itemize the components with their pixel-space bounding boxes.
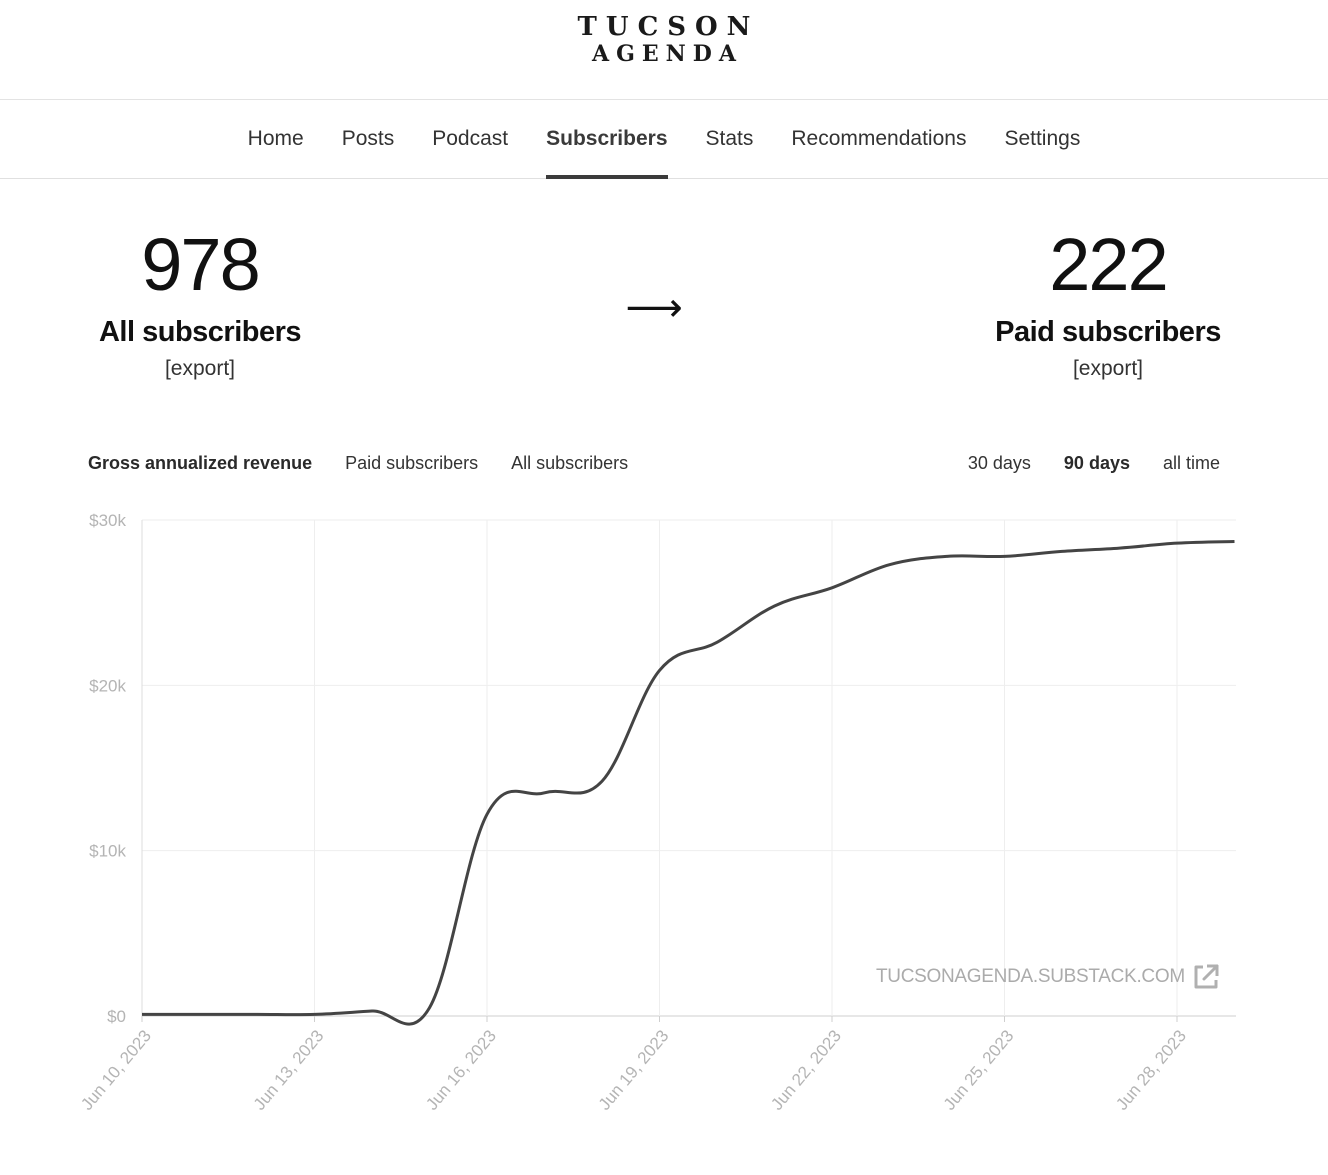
chart-metric-tabs: Gross annualized revenue Paid subscriber… bbox=[88, 453, 661, 474]
x-tick-label: Jun 25, 2023 bbox=[940, 1026, 1018, 1114]
x-tick-label: Jun 10, 2023 bbox=[77, 1026, 155, 1114]
x-tick-label: Jun 22, 2023 bbox=[767, 1026, 845, 1114]
main-nav: Home Posts Podcast Subscribers Stats Rec… bbox=[0, 100, 1328, 179]
y-tick-label: $10k bbox=[89, 842, 126, 861]
chart-range-tabs: 30 days 90 days all time bbox=[935, 453, 1220, 474]
substack-watermark[interactable]: TUCSONAGENDA.SUBSTACK.COM bbox=[876, 962, 1221, 992]
all-subscribers-label: All subscribers bbox=[98, 316, 302, 348]
nav-settings[interactable]: Settings bbox=[985, 100, 1099, 178]
all-subscribers-export-link[interactable]: [export] bbox=[40, 357, 360, 381]
publication-logo[interactable]: TUCSON AGENDA bbox=[0, 14, 1328, 65]
nav-stats[interactable]: Stats bbox=[687, 100, 773, 178]
external-link-icon bbox=[1194, 964, 1219, 989]
nav-podcast[interactable]: Podcast bbox=[413, 100, 527, 178]
tab-all-subscribers[interactable]: All subscribers bbox=[511, 453, 628, 474]
x-tick-label: Jun 28, 2023 bbox=[1112, 1026, 1190, 1114]
nav-home[interactable]: Home bbox=[229, 100, 323, 178]
x-tick-label: Jun 13, 2023 bbox=[250, 1026, 328, 1114]
tab-paid-subscribers[interactable]: Paid subscribers bbox=[345, 453, 478, 474]
nav-subscribers[interactable]: Subscribers bbox=[527, 100, 686, 179]
paid-subscribers-label: Paid subscribers bbox=[995, 316, 1221, 348]
all-subscribers-stat: 978 All subscribers [export] bbox=[40, 228, 360, 381]
revenue-series-line bbox=[142, 539, 1235, 1026]
y-tick-label: $30k bbox=[89, 511, 126, 530]
paid-subscribers-count: 222 bbox=[1049, 223, 1168, 306]
nav-posts[interactable]: Posts bbox=[323, 100, 414, 178]
header: TUCSON AGENDA bbox=[0, 0, 1328, 100]
arrow-right-icon: ⟶ bbox=[625, 286, 683, 330]
revenue-chart: $0 $10k $20k $30k Jun 10, 2023 Jun 13, 2023 Ju… bbox=[77, 511, 1236, 1114]
tab-gross-annualized-revenue[interactable]: Gross annualized revenue bbox=[88, 453, 312, 474]
logo-line-2: AGENDA bbox=[592, 41, 743, 67]
watermark-text: TUCSONAGENDA.SUBSTACK.COM bbox=[876, 966, 1185, 987]
range-30-days[interactable]: 30 days bbox=[968, 453, 1031, 474]
x-tick-label: Jun 19, 2023 bbox=[595, 1026, 673, 1114]
y-tick-label: $0 bbox=[107, 1007, 126, 1026]
paid-subscribers-stat: 222 Paid subscribers [export] bbox=[948, 228, 1268, 381]
all-subscribers-count: 978 bbox=[141, 223, 260, 306]
nav-recommendations[interactable]: Recommendations bbox=[772, 100, 985, 178]
x-tick-label: Jun 16, 2023 bbox=[422, 1026, 500, 1114]
logo-line-1: TUCSON bbox=[577, 12, 760, 42]
range-all-time[interactable]: all time bbox=[1163, 453, 1220, 474]
paid-subscribers-export-link[interactable]: [export] bbox=[948, 357, 1268, 381]
y-tick-label: $20k bbox=[89, 676, 126, 695]
range-90-days[interactable]: 90 days bbox=[1064, 453, 1130, 474]
